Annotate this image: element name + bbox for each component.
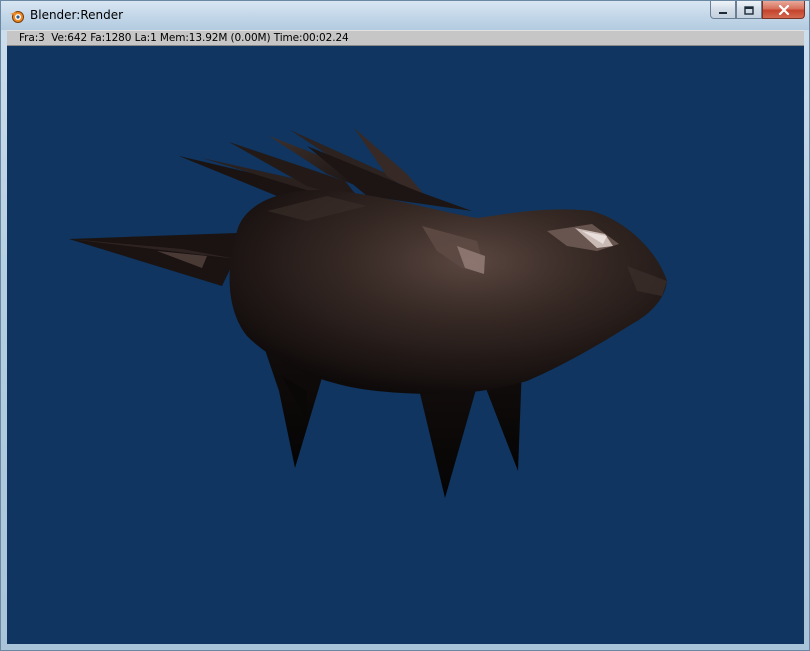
minimize-icon [718,0,728,19]
maximize-icon [744,0,754,19]
title-bar[interactable]: Blender:Render [1,1,809,30]
render-viewport [7,46,804,644]
creature-body [229,190,667,394]
render-window: Blender:Render Fra:3 Ve:642 Fa:1280 La:1… [0,0,810,651]
render-stats-text: Fra:3 Ve:642 Fa:1280 La:1 Mem:13.92M (0.… [19,32,349,44]
close-icon [778,0,790,19]
maximize-button[interactable] [736,1,762,19]
close-button[interactable] [762,1,805,19]
render-status-bar: Fra:3 Ve:642 Fa:1280 La:1 Mem:13.92M (0.… [7,30,804,46]
window-title: Blender:Render [30,8,124,22]
blender-icon [9,8,25,24]
window-controls [710,1,805,20]
rendered-creature [69,128,667,498]
tail-spike [69,233,239,286]
minimize-button[interactable] [710,1,736,19]
